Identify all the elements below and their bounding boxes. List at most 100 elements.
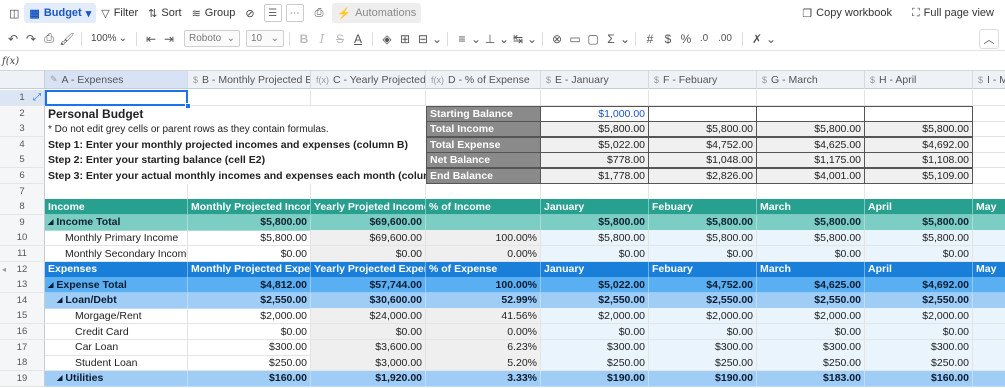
value-cell[interactable]: $190.00	[649, 370, 757, 387]
grid-cell[interactable]	[426, 183, 541, 200]
column-header[interactable]: $ G - March	[757, 71, 865, 89]
row-label[interactable]: Monthly Primary Income	[45, 230, 188, 247]
row-number[interactable]: 8	[0, 199, 45, 216]
column-header[interactable]: $B - Monthly Projected Expen	[188, 71, 311, 89]
value-cell[interactable]: $5,800.00	[865, 214, 973, 231]
sort-button[interactable]: ⇅ Sort	[143, 3, 186, 23]
insert-image-icon[interactable]: ▭	[566, 30, 584, 48]
value-cell[interactable]: $300.00	[188, 339, 311, 356]
chevron-down-icon[interactable]: ⌄	[471, 30, 481, 48]
value-cell[interactable]: 3.33%	[426, 370, 541, 387]
value-cell[interactable]: $183.00	[757, 370, 865, 387]
expense-header-cell[interactable]: Febuary	[649, 261, 757, 278]
row-label[interactable]: Monthly Secondary Income	[45, 246, 188, 262]
row-number[interactable]: 13	[0, 277, 45, 294]
value-cell[interactable]	[973, 339, 1005, 356]
row-number[interactable]: 18	[0, 355, 45, 372]
value-cell[interactable]: $0.00	[311, 246, 426, 262]
row-number[interactable]: 5	[0, 152, 45, 169]
paint-format-icon[interactable]: 🖌	[58, 30, 76, 48]
value-cell[interactable]	[973, 246, 1005, 262]
row-label[interactable]: ◢ Income Total	[45, 214, 188, 231]
grid-cell[interactable]	[45, 183, 188, 200]
value-cell[interactable]: 6.23%	[426, 339, 541, 356]
income-header-cell[interactable]: Yearly Projeted Income	[311, 199, 426, 216]
income-header-cell[interactable]: April	[865, 199, 973, 216]
value-cell[interactable]: $5,800.00	[188, 230, 311, 247]
collapse-triangle-icon[interactable]: ◢	[57, 374, 62, 382]
row-number[interactable]: 3	[0, 121, 45, 138]
summary-value[interactable]: $5,800.00	[757, 121, 865, 138]
text-color-icon[interactable]: A	[349, 30, 367, 48]
text-wrap-icon[interactable]: ↹	[509, 30, 527, 48]
column-header[interactable]: $ F - Febuary	[649, 71, 757, 89]
row-number[interactable]: 6	[0, 168, 45, 184]
row-label[interactable]: ◢ Utilities	[45, 370, 188, 387]
strikethrough-icon[interactable]: S	[331, 30, 349, 48]
value-cell[interactable]: $2,550.00	[188, 292, 311, 309]
value-cell[interactable]: $5,800.00	[865, 230, 973, 247]
summary-value[interactable]: $4,692.00	[865, 136, 973, 153]
expand-row-icon[interactable]: ⤢	[33, 92, 41, 103]
row-label[interactable]: Car Loan	[45, 339, 188, 356]
value-cell[interactable]: $5,800.00	[757, 214, 865, 231]
group-button[interactable]: ≋ Group	[187, 3, 241, 23]
value-cell[interactable]: 100.00%	[426, 230, 541, 247]
summary-value[interactable]: $1,778.00	[541, 168, 649, 184]
row-number[interactable]: 1 ⤢	[0, 90, 45, 106]
value-cell[interactable]: $0.00	[865, 246, 973, 262]
row-number[interactable]: 17	[0, 339, 45, 356]
row-label[interactable]: ◢ Loan/Debt	[45, 292, 188, 309]
fill-handle[interactable]	[185, 103, 191, 109]
grid-cell[interactable]	[865, 90, 973, 106]
zoom-select[interactable]: 100% ⌄	[87, 30, 131, 47]
column-header[interactable]: f(x) C - Yearly Projected Expen	[311, 71, 426, 89]
summary-value[interactable]: $5,800.00	[649, 121, 757, 138]
grid-cell[interactable]	[541, 90, 649, 106]
merge-cells-icon[interactable]: ⊟	[414, 30, 432, 48]
row-label[interactable]: Credit Card	[45, 324, 188, 340]
summary-value[interactable]: $1,000.00	[541, 105, 649, 122]
value-cell[interactable]	[973, 292, 1005, 309]
collapse-toolbar-button[interactable]: ︿	[979, 29, 999, 49]
value-cell[interactable]: $69,600.00	[311, 214, 426, 231]
value-cell[interactable]: $4,812.00	[188, 277, 311, 294]
undo-icon[interactable]: ↶	[4, 30, 22, 48]
row-label[interactable]: Student Loan	[45, 355, 188, 372]
chevron-down-icon[interactable]: ⌄	[499, 30, 509, 48]
value-cell[interactable]: $160.00	[865, 370, 973, 387]
row-number[interactable]: 15	[0, 308, 45, 325]
font-size-select[interactable]: 10 ⌄	[246, 30, 284, 47]
select-all-corner[interactable]	[0, 71, 45, 89]
summary-value[interactable]: $4,001.00	[757, 168, 865, 184]
value-cell[interactable]: $2,550.00	[541, 292, 649, 309]
formula-input[interactable]	[18, 52, 1005, 71]
grid-cell[interactable]	[973, 168, 1005, 184]
value-cell[interactable]: $0.00	[541, 324, 649, 340]
value-cell[interactable]	[973, 308, 1005, 325]
row-number[interactable]: 2	[0, 105, 45, 122]
row-label[interactable]: ◢ Expense Total	[45, 277, 188, 294]
value-cell[interactable]: $2,550.00	[649, 292, 757, 309]
filter-button[interactable]: ▽ Filter	[96, 3, 143, 23]
insert-comment-icon[interactable]: ▢	[584, 30, 602, 48]
value-cell[interactable]: 0.00%	[426, 324, 541, 340]
value-cell[interactable]: $4,692.00	[865, 277, 973, 294]
value-cell[interactable]	[973, 277, 1005, 294]
chevron-down-icon[interactable]: ⌄	[432, 30, 442, 48]
vertical-align-icon[interactable]: ⊥	[481, 30, 499, 48]
value-cell[interactable]: $69,600.00	[311, 230, 426, 247]
value-cell[interactable]: $2,000.00	[188, 308, 311, 325]
chevron-down-icon[interactable]: ⌄	[620, 30, 630, 48]
summary-value[interactable]: $5,109.00	[865, 168, 973, 184]
value-cell[interactable]: $300.00	[649, 339, 757, 356]
income-header-cell[interactable]: Monthly Projected Income	[188, 199, 311, 216]
value-cell[interactable]: $2,550.00	[865, 292, 973, 309]
chevron-down-icon[interactable]: ⌄	[766, 30, 776, 48]
value-cell[interactable]: $0.00	[649, 324, 757, 340]
grid-cell[interactable]	[311, 183, 426, 200]
income-header-cell[interactable]: March	[757, 199, 865, 216]
expense-header-cell[interactable]: Monthly Projected Expense	[188, 261, 311, 278]
value-cell[interactable]: $4,752.00	[649, 277, 757, 294]
align-left-icon[interactable]: ≡	[453, 30, 471, 48]
